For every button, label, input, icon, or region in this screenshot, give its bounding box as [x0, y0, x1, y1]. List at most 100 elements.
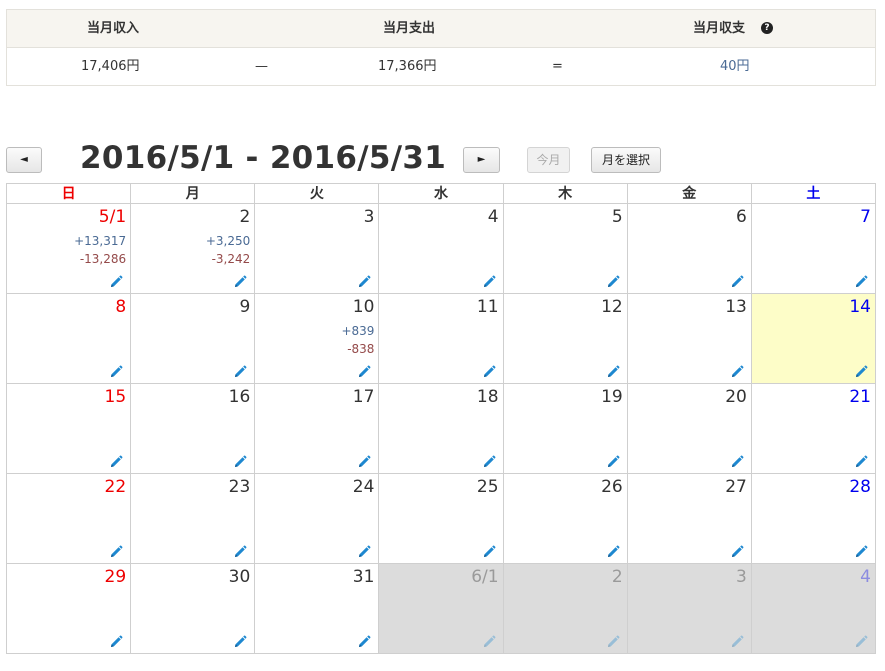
calendar-day-cell[interactable]: 9 [130, 293, 256, 384]
calendar-day-cell[interactable]: 26 [502, 473, 628, 564]
balance-value: 40円 [720, 59, 750, 74]
pencil-icon[interactable] [854, 454, 868, 468]
pencil-icon[interactable] [233, 454, 247, 468]
pencil-icon[interactable] [357, 274, 371, 288]
pencil-icon[interactable] [109, 544, 123, 558]
weekday-fri: 金 [626, 183, 752, 204]
calendar-day-cell[interactable]: 3 [626, 563, 752, 654]
pencil-icon[interactable] [730, 274, 744, 288]
weekday-header-row: 日 月 火 水 木 金 土 [5, 183, 877, 204]
day-number: 27 [725, 477, 747, 497]
calendar-day-cell[interactable]: 2 [502, 563, 628, 654]
calendar-day-cell[interactable]: 11 [378, 293, 504, 384]
equals-sign: = [552, 59, 563, 74]
calendar-day-cell[interactable]: 29 [5, 563, 132, 654]
day-number: 28 [849, 477, 871, 497]
pencil-icon[interactable] [730, 634, 744, 648]
calendar-day-cell[interactable]: 18 [378, 383, 504, 474]
pencil-icon[interactable] [109, 454, 123, 468]
calendar-day-cell[interactable]: 10 +839 -838 [254, 293, 380, 384]
pencil-icon[interactable] [357, 544, 371, 558]
calendar-day-cell[interactable]: 5 [502, 203, 628, 294]
weekday-mon: 月 [130, 183, 256, 204]
this-month-button[interactable]: 今月 [527, 147, 570, 173]
calendar-day-cell[interactable]: 30 [130, 563, 256, 654]
calendar-day-cell[interactable]: 27 [626, 473, 752, 564]
pencil-icon[interactable] [606, 634, 620, 648]
pencil-icon[interactable] [854, 364, 868, 378]
date-range-title: 2016/5/1 - 2016/5/31 [80, 140, 447, 176]
calendar-day-cell[interactable]: 16 [130, 383, 256, 474]
pencil-icon[interactable] [109, 634, 123, 648]
pencil-icon[interactable] [233, 544, 247, 558]
calendar-day-cell[interactable]: 19 [502, 383, 628, 474]
pencil-icon[interactable] [482, 364, 496, 378]
pencil-icon[interactable] [606, 544, 620, 558]
calendar-day-cell[interactable]: 21 [750, 383, 877, 474]
pencil-icon[interactable] [854, 274, 868, 288]
calendar-day-cell[interactable]: 8 [5, 293, 132, 384]
calendar-day-cell[interactable]: 14 [750, 293, 877, 384]
pencil-icon[interactable] [233, 274, 247, 288]
calendar-day-cell[interactable]: 4 [378, 203, 504, 294]
pencil-icon[interactable] [482, 634, 496, 648]
pencil-icon[interactable] [482, 274, 496, 288]
pencil-icon[interactable] [357, 454, 371, 468]
pencil-icon[interactable] [357, 364, 371, 378]
pencil-icon[interactable] [606, 454, 620, 468]
calendar-day-cell[interactable]: 7 [750, 203, 877, 294]
weekday-thu: 木 [502, 183, 628, 204]
next-month-button[interactable]: ► [463, 147, 500, 173]
calendar-day-cell[interactable]: 15 [5, 383, 132, 474]
pencil-icon[interactable] [109, 274, 123, 288]
calendar-day-cell[interactable]: 25 [378, 473, 504, 564]
day-number: 5 [611, 207, 623, 227]
day-number: 29 [104, 567, 127, 587]
pencil-icon[interactable] [606, 274, 620, 288]
calendar-day-cell[interactable]: 5/1 +13,317 -13,286 [5, 203, 132, 294]
calendar-day-cell[interactable]: 20 [626, 383, 752, 474]
calendar-day-cell[interactable]: 12 [502, 293, 628, 384]
day-number: 6/1 [471, 567, 499, 587]
day-number: 17 [352, 387, 375, 407]
pencil-icon[interactable] [109, 364, 123, 378]
calendar-day-cell[interactable]: 22 [5, 473, 132, 564]
pencil-icon[interactable] [854, 544, 868, 558]
pencil-icon[interactable] [233, 634, 247, 648]
calendar-day-cell[interactable]: 4 [750, 563, 877, 654]
prev-month-button[interactable]: ◄ [6, 147, 42, 173]
pencil-icon[interactable] [233, 364, 247, 378]
calendar-day-cell[interactable]: 31 [254, 563, 380, 654]
pencil-icon[interactable] [482, 544, 496, 558]
calendar-day-cell[interactable]: 2 +3,250 -3,242 [130, 203, 256, 294]
day-number: 31 [352, 567, 375, 587]
calendar-day-cell[interactable]: 23 [130, 473, 256, 564]
select-month-button[interactable]: 月を選択 [591, 147, 661, 173]
pencil-icon[interactable] [730, 364, 744, 378]
calendar-week-row: 8 9 10 +839 -838 11 12 13 14 [5, 293, 877, 384]
calendar-day-cell[interactable]: 28 [750, 473, 877, 564]
calendar-day-cell[interactable]: 17 [254, 383, 380, 474]
calendar-day-cell[interactable]: 3 [254, 203, 380, 294]
summary-values: 17,406円 — 17,366円 = 40円 [7, 48, 875, 86]
weekday-tue: 火 [254, 183, 380, 204]
day-number: 3 [736, 567, 747, 587]
calendar-day-cell[interactable]: 24 [254, 473, 380, 564]
pencil-icon[interactable] [357, 634, 371, 648]
day-expense: -13,286 [79, 252, 127, 266]
calendar-day-cell[interactable]: 6 [626, 203, 752, 294]
pencil-icon[interactable] [606, 364, 620, 378]
pencil-icon[interactable] [482, 454, 496, 468]
day-number: 21 [849, 387, 871, 407]
day-number: 18 [476, 387, 499, 407]
pencil-icon[interactable] [730, 544, 744, 558]
calendar-week-row: 5/1 +13,317 -13,286 2 +3,250 -3,242 3 4 5 6 7 [5, 203, 877, 294]
pencil-icon[interactable] [854, 634, 868, 648]
calendar-day-cell[interactable]: 6/1 [378, 563, 504, 654]
day-number: 9 [239, 297, 251, 317]
day-number: 15 [104, 387, 127, 407]
pencil-icon[interactable] [730, 454, 744, 468]
calendar-day-cell[interactable]: 13 [626, 293, 752, 384]
help-icon[interactable]: ? [761, 21, 774, 34]
day-number: 4 [487, 207, 499, 227]
